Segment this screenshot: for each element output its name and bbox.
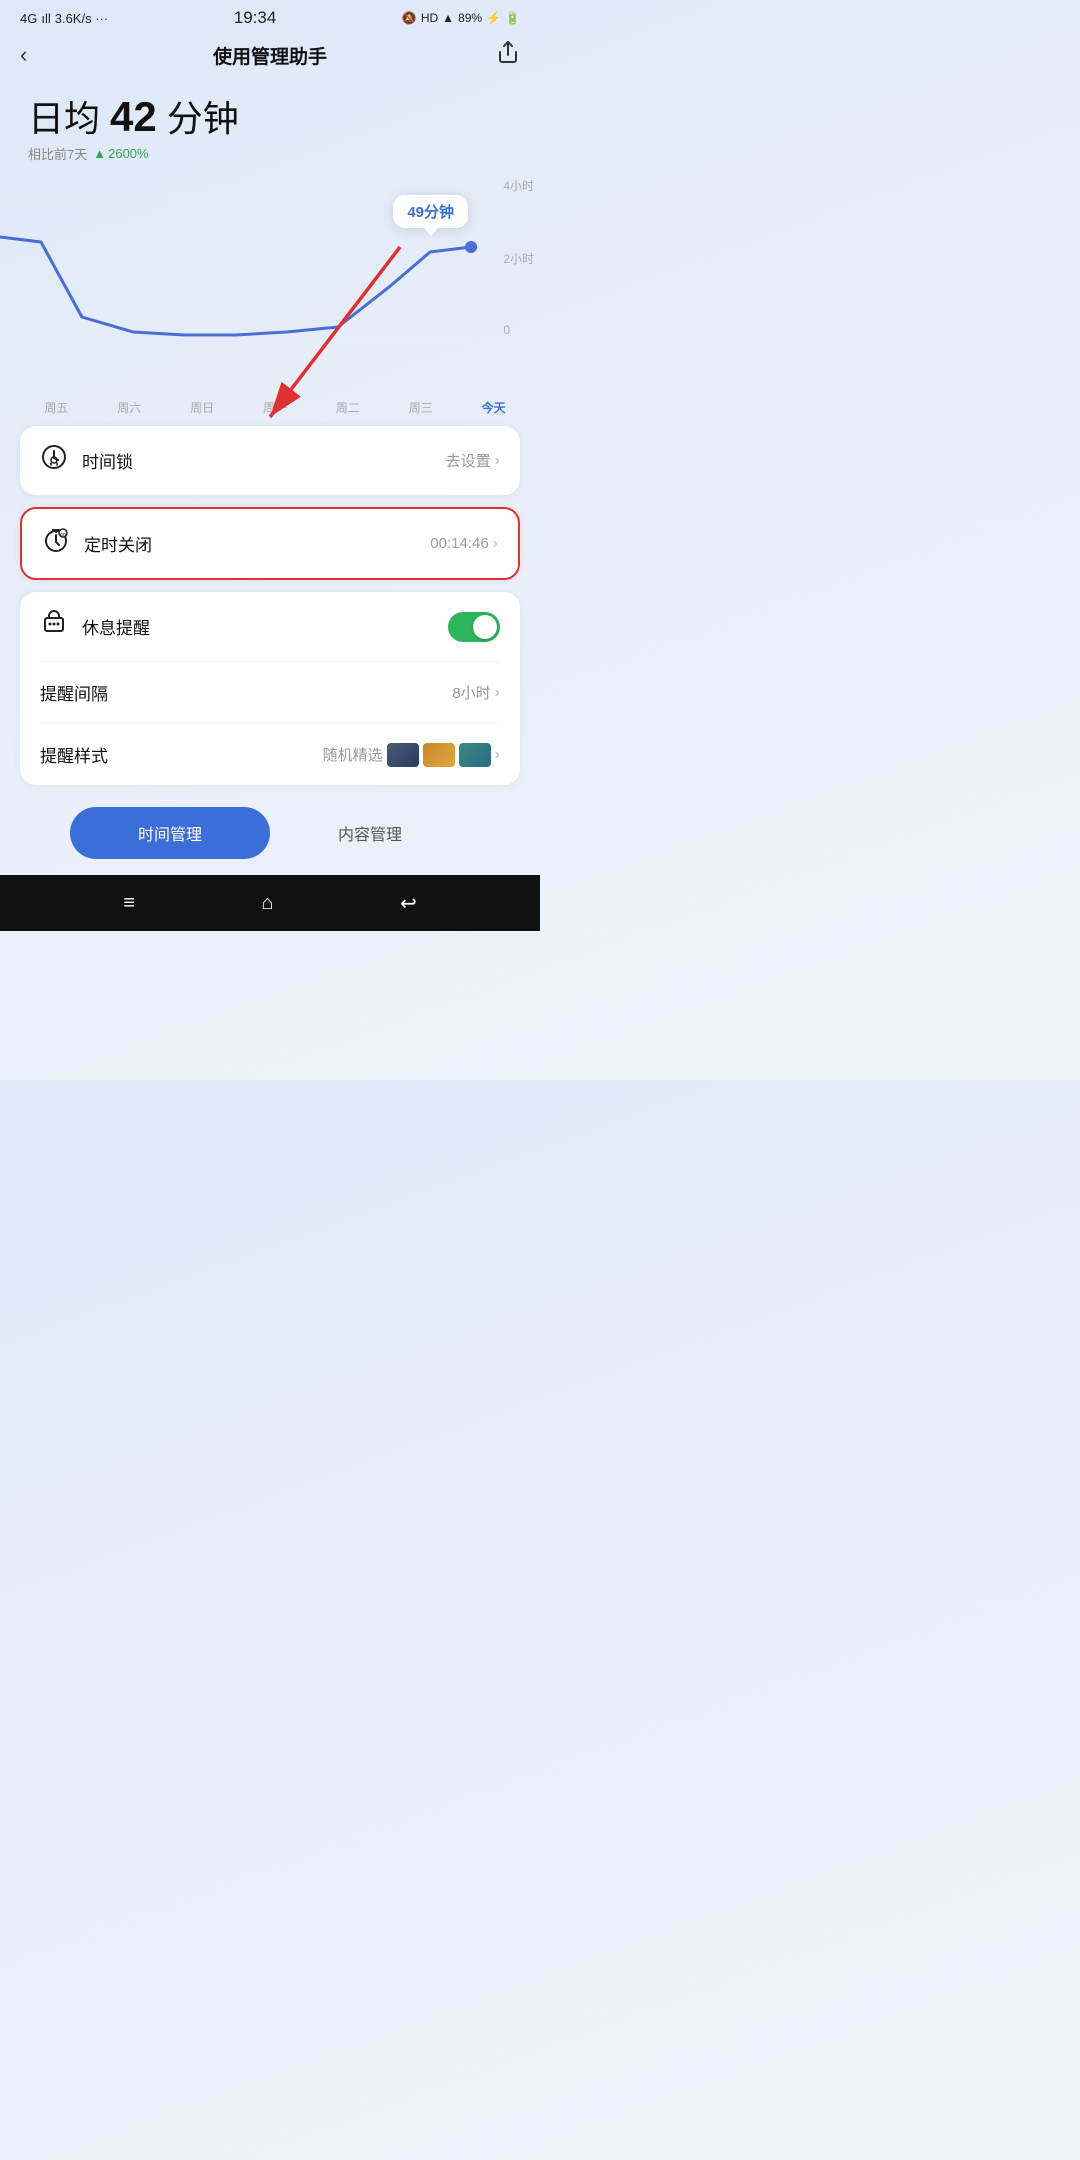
thumb-2 [423, 743, 455, 767]
status-bar: 4G ıll 3.6K/s ··· 19:34 🔕 HD ▲ 89% ⚡ 🔋 [0, 0, 540, 32]
y-label-mid: 2小时 [503, 250, 534, 267]
page-title: 使用管理助手 [213, 42, 327, 69]
reminder-style-value: 随机精选 [323, 744, 383, 765]
reminder-interval-row[interactable]: 提醒间隔 8小时 › [20, 662, 520, 723]
x-label-fri: 周五 [20, 399, 93, 416]
x-label-today: 今天 [457, 399, 530, 416]
x-label-sat: 周六 [93, 399, 166, 416]
back-button[interactable]: ‹ [20, 42, 56, 68]
change-indicator: ▲ 2600% [93, 146, 148, 161]
share-icon [496, 40, 520, 64]
time-lock-right: 去设置 › [446, 450, 500, 471]
battery-icon: 🔋 [505, 11, 520, 25]
reminder-style-row[interactable]: 提醒样式 随机精选 › [20, 724, 520, 785]
usage-chart-wrapper: 4小时 2小时 0 49分钟 周五 周六 周日 周一 周二 周三 今天 [0, 177, 540, 416]
stats-value: 42 [110, 93, 157, 140]
change-value: 2600% [108, 146, 148, 161]
usage-chart: 4小时 2小时 0 49分钟 [0, 177, 540, 397]
timer-close-value: 00:14:46 [430, 535, 488, 552]
system-nav-bar: ≡ ⌂ ↩ [0, 875, 540, 931]
reminder-style-label: 提醒样式 [40, 742, 108, 767]
rest-reminder-left: 休息提醒 [40, 610, 150, 643]
time-lock-row[interactable]: 时间锁 去设置 › [20, 426, 520, 495]
y-label-top: 4小时 [503, 177, 534, 194]
signal-icon: 4G [20, 11, 37, 26]
svg-text:on: on [60, 532, 66, 538]
thumb-3 [459, 743, 491, 767]
signal-bars: ıll [41, 11, 50, 26]
speed-indicator: 3.6K/s ··· [55, 11, 108, 26]
time-lock-left: 时间锁 [40, 444, 133, 477]
rest-toggle[interactable] [448, 612, 500, 642]
time-lock-action: 去设置 [446, 450, 491, 471]
timer-close-right: 00:14:46 › [430, 535, 498, 553]
charging-icon: ⚡ [486, 11, 501, 25]
timer-close-icon: on [42, 527, 70, 560]
timer-close-row[interactable]: on 定时关闭 00:14:46 › [22, 509, 518, 578]
bottom-tabs: 时间管理 内容管理 [0, 795, 540, 875]
reminder-style-chevron-icon: › [495, 746, 500, 764]
reminder-style-right: 随机精选 › [323, 743, 500, 767]
timer-close-card[interactable]: on 定时关闭 00:14:46 › [20, 507, 520, 580]
time-lock-label: 时间锁 [82, 448, 133, 473]
status-left: 4G ıll 3.6K/s ··· [20, 11, 108, 26]
feature-cards: 时间锁 去设置 › on 定时关闭 [0, 416, 540, 795]
stats-suffix: 分钟 [167, 98, 239, 139]
y-label-bot: 0 [503, 323, 534, 337]
chart-x-labels: 周五 周六 周日 周一 周二 周三 今天 [0, 399, 540, 416]
nav-back-icon[interactable]: ↩ [400, 891, 417, 916]
daily-average: 日均 42 分钟 [28, 92, 512, 142]
rest-reminder-card: 休息提醒 提醒间隔 8小时 › 提醒样式 随机精选 [20, 592, 520, 785]
stats-prefix: 日均 [28, 98, 100, 139]
wifi-icon: ▲ [442, 11, 454, 25]
tab-time-management[interactable]: 时间管理 [70, 807, 270, 859]
timer-close-left: on 定时关闭 [42, 527, 152, 560]
chart-y-labels: 4小时 2小时 0 [503, 177, 534, 337]
timer-close-label: 定时关闭 [84, 531, 152, 556]
x-label-sun: 周日 [166, 399, 239, 416]
timer-close-chevron-icon: › [493, 535, 498, 553]
time-lock-icon [40, 444, 68, 477]
rest-toggle-switch[interactable] [448, 612, 500, 642]
battery-percent: 89% [458, 11, 482, 25]
time-lock-chevron-icon: › [495, 452, 500, 470]
reminder-interval-right: 8小时 › [452, 682, 500, 703]
up-arrow-icon: ▲ [93, 146, 106, 161]
chart-endpoint [465, 241, 477, 253]
thumb-1 [387, 743, 419, 767]
reminder-interval-label: 提醒间隔 [40, 680, 108, 705]
compare-label: 相比前7天 [28, 144, 87, 163]
app-header: ‹ 使用管理助手 [0, 32, 540, 82]
tab-content-management[interactable]: 内容管理 [270, 807, 470, 859]
rest-reminder-row[interactable]: 休息提醒 [20, 592, 520, 661]
status-right: 🔕 HD ▲ 89% ⚡ 🔋 [402, 11, 520, 25]
share-button[interactable] [484, 40, 520, 70]
x-label-tue: 周二 [311, 399, 384, 416]
x-label-mon: 周一 [239, 399, 312, 416]
time-lock-card[interactable]: 时间锁 去设置 › [20, 426, 520, 495]
chart-tooltip: 49分钟 [393, 195, 468, 228]
hd-label: HD [421, 11, 438, 25]
stats-comparison: 相比前7天 ▲ 2600% [28, 144, 512, 163]
x-label-wed: 周三 [384, 399, 457, 416]
reminder-interval-chevron-icon: › [495, 684, 500, 702]
rest-reminder-label: 休息提醒 [82, 614, 150, 639]
status-time: 19:34 [234, 8, 277, 28]
rest-reminder-icon [40, 610, 68, 643]
nav-home-icon[interactable]: ⌂ [261, 892, 273, 915]
stats-section: 日均 42 分钟 相比前7天 ▲ 2600% [0, 82, 540, 167]
nav-menu-icon[interactable]: ≡ [123, 892, 135, 915]
style-thumbnails [387, 743, 491, 767]
silent-icon: 🔕 [402, 11, 417, 25]
reminder-interval-value: 8小时 [452, 682, 490, 703]
